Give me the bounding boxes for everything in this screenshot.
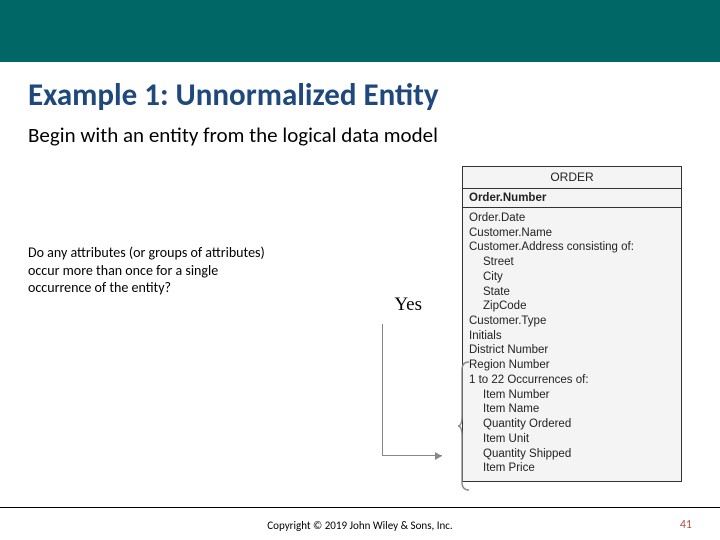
connector-horizontal: [382, 455, 442, 456]
attr-qty-ordered: Quantity Ordered: [469, 417, 675, 432]
footer: Copyright © 2019 John Wiley & Sons, Inc.: [0, 519, 720, 532]
attr-item-unit: Item Unit: [469, 432, 675, 447]
attr-city: City: [469, 270, 675, 285]
attr-order-date: Order.Date: [469, 212, 525, 224]
attr-state: State: [469, 285, 675, 300]
slide-title: Example 1: Unnormalized Entity: [0, 62, 720, 122]
attr-customer-name: Customer.Name: [469, 227, 552, 239]
attr-qty-shipped: Quantity Shipped: [469, 447, 675, 462]
attr-customer-type: Customer.Type: [469, 315, 546, 327]
arrow-icon: [435, 452, 442, 460]
attr-region-number: Region Number: [469, 359, 550, 371]
attr-district-number: District Number: [469, 344, 548, 356]
attr-street: Street: [469, 255, 675, 270]
decision-connector: [352, 324, 456, 456]
copyright-text: Copyright © 2019 John Wiley & Sons, Inc.: [267, 519, 452, 532]
decision-label: Yes: [394, 294, 422, 316]
question-text: Do any attributes (or groups of attribut…: [28, 244, 278, 297]
attr-occurrences-label: 1 to 22 Occurrences of:: [469, 374, 589, 386]
attr-initials: Initials: [469, 330, 502, 342]
right-column: Yes ORDER Order.Number Order.Date Custom…: [352, 166, 692, 482]
footer-divider: [0, 507, 720, 508]
decision-column: Yes: [352, 166, 462, 482]
entity-box: ORDER Order.Number Order.Date Customer.N…: [462, 166, 682, 482]
attr-item-number: Item Number: [469, 388, 675, 403]
attr-customer-address-label: Customer.Address consisting of:: [469, 241, 634, 253]
slide: Example 1: Unnormalized Entity Begin wit…: [0, 0, 720, 540]
top-bar: [0, 0, 720, 62]
entity-primary-key: Order.Number: [463, 189, 681, 208]
connector-vertical: [382, 324, 383, 456]
entity-name: ORDER: [463, 167, 681, 189]
slide-subtitle: Begin with an entity from the logical da…: [0, 122, 720, 156]
left-column: Do any attributes (or groups of attribut…: [28, 166, 352, 297]
bracket-icon: [458, 360, 470, 492]
attr-item-price: Item Price: [469, 461, 675, 476]
content-row: Do any attributes (or groups of attribut…: [0, 166, 720, 482]
entity-attributes: Order.Date Customer.Name Customer.Addres…: [463, 208, 681, 481]
attr-item-name: Item Name: [469, 402, 675, 417]
page-number: 41: [680, 518, 692, 532]
attr-zip: ZipCode: [469, 299, 675, 314]
